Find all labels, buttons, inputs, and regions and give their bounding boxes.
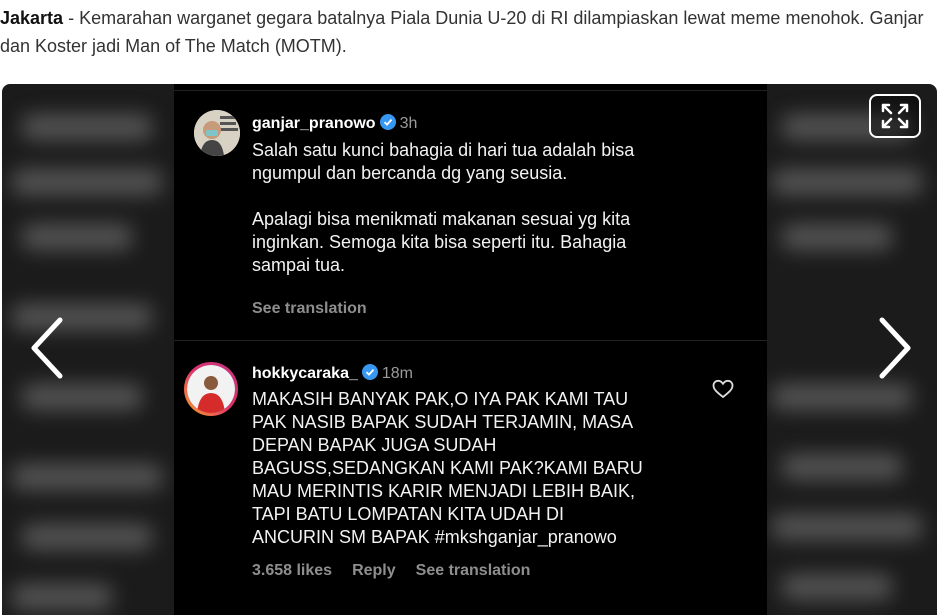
comment-actions: See translation	[252, 300, 387, 318]
image-viewer: ganjar_pranowo 3h Salah satu kunci bahagi…	[2, 84, 937, 615]
article-lead-text: Kemarahan warganet gegara batalnya Piala…	[0, 8, 924, 56]
see-translation-link[interactable]: See translation	[252, 300, 367, 317]
reply-button[interactable]: Reply	[352, 562, 396, 579]
avatar[interactable]	[194, 110, 240, 156]
avatar	[187, 365, 235, 413]
comment-username[interactable]: ganjar_pranowo 3h	[252, 114, 417, 133]
dateline-separator: -	[63, 8, 80, 28]
comment-text: Salah satu kunci bahagia di hari tua ada…	[252, 140, 635, 275]
username-text[interactable]: hokkycaraka_	[252, 365, 358, 382]
expand-button[interactable]	[869, 94, 921, 138]
article-dateline: Jakarta	[0, 8, 64, 28]
username-text[interactable]: ganjar_pranowo	[252, 115, 376, 132]
avatar-photo	[187, 365, 235, 413]
story-ring[interactable]	[184, 362, 238, 416]
comment-time: 18m	[381, 365, 413, 382]
comment-username[interactable]: hokkycaraka_ 18m	[252, 364, 413, 383]
verified-badge-icon	[361, 364, 378, 380]
chevron-right-icon	[879, 317, 911, 379]
comment-actions: 3.658 likes Reply See translation	[252, 562, 550, 580]
instagram-comments-screenshot: ganjar_pranowo 3h Salah satu kunci bahagi…	[174, 84, 767, 615]
chevron-left-icon	[31, 317, 63, 379]
previous-button[interactable]	[24, 314, 74, 384]
verified-badge-icon	[379, 114, 396, 130]
avatar-photo	[194, 110, 240, 156]
expand-icon	[881, 103, 909, 129]
next-button[interactable]	[870, 314, 920, 384]
likes-count[interactable]: 3.658 likes	[252, 562, 332, 579]
divider	[174, 340, 767, 341]
comment-time: 3h	[399, 115, 418, 132]
heart-icon[interactable]	[712, 379, 734, 399]
comment-text: MAKASIH BANYAK PAK,O IYA PAK KAMI TAU PA…	[252, 389, 643, 547]
article-lead: Jakarta - Kemarahan warganet gegara bata…	[0, 4, 930, 60]
divider	[174, 90, 767, 91]
see-translation-link[interactable]: See translation	[416, 562, 531, 579]
